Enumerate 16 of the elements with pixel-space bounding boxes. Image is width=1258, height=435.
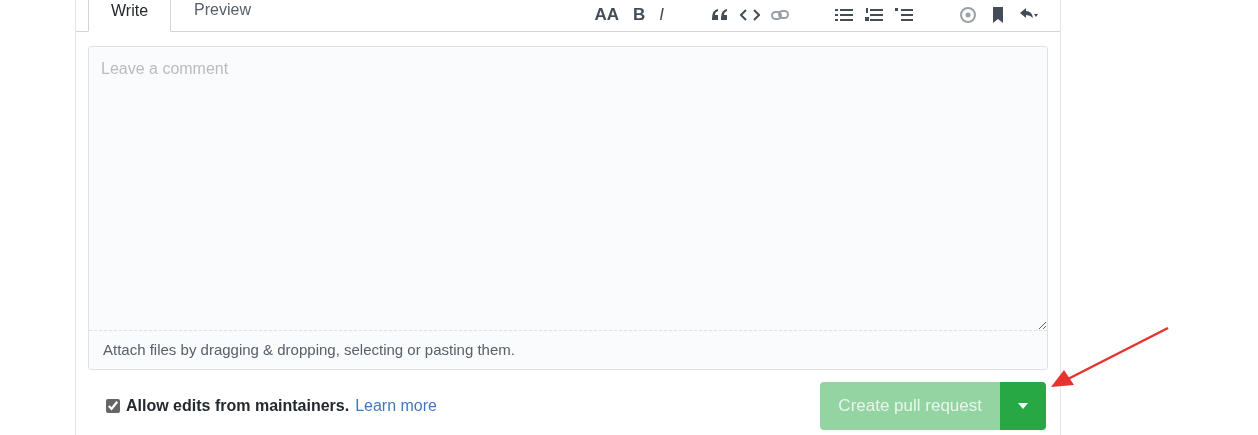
numbered-list-icon[interactable] [864,6,884,24]
task-list-icon[interactable] [894,6,914,24]
italic-button[interactable]: I [657,2,666,28]
editor-tab[interactable]: Preview [171,0,274,31]
bullet-list-icon[interactable] [834,6,854,24]
learn-more-link[interactable]: Learn more [355,394,437,418]
caret-icon [1018,403,1028,409]
allow-edits-checkbox[interactable] [106,399,120,413]
mention-icon[interactable] [958,6,978,24]
bold-button[interactable]: B [631,2,648,28]
header-button[interactable]: AA [592,2,621,28]
comment-field[interactable]: Leave a comment [89,47,1047,330]
attach-hint: Attach files by dragging & dropping, selecting or pasting them. [89,329,1047,369]
editor-tab[interactable]: Write [88,0,172,32]
allow-edits-label: Allow edits from maintainers. [126,396,350,416]
comment-box[interactable]: Leave a comment Attach files by dragging & dropping, selecting or pasting them. [88,46,1048,370]
